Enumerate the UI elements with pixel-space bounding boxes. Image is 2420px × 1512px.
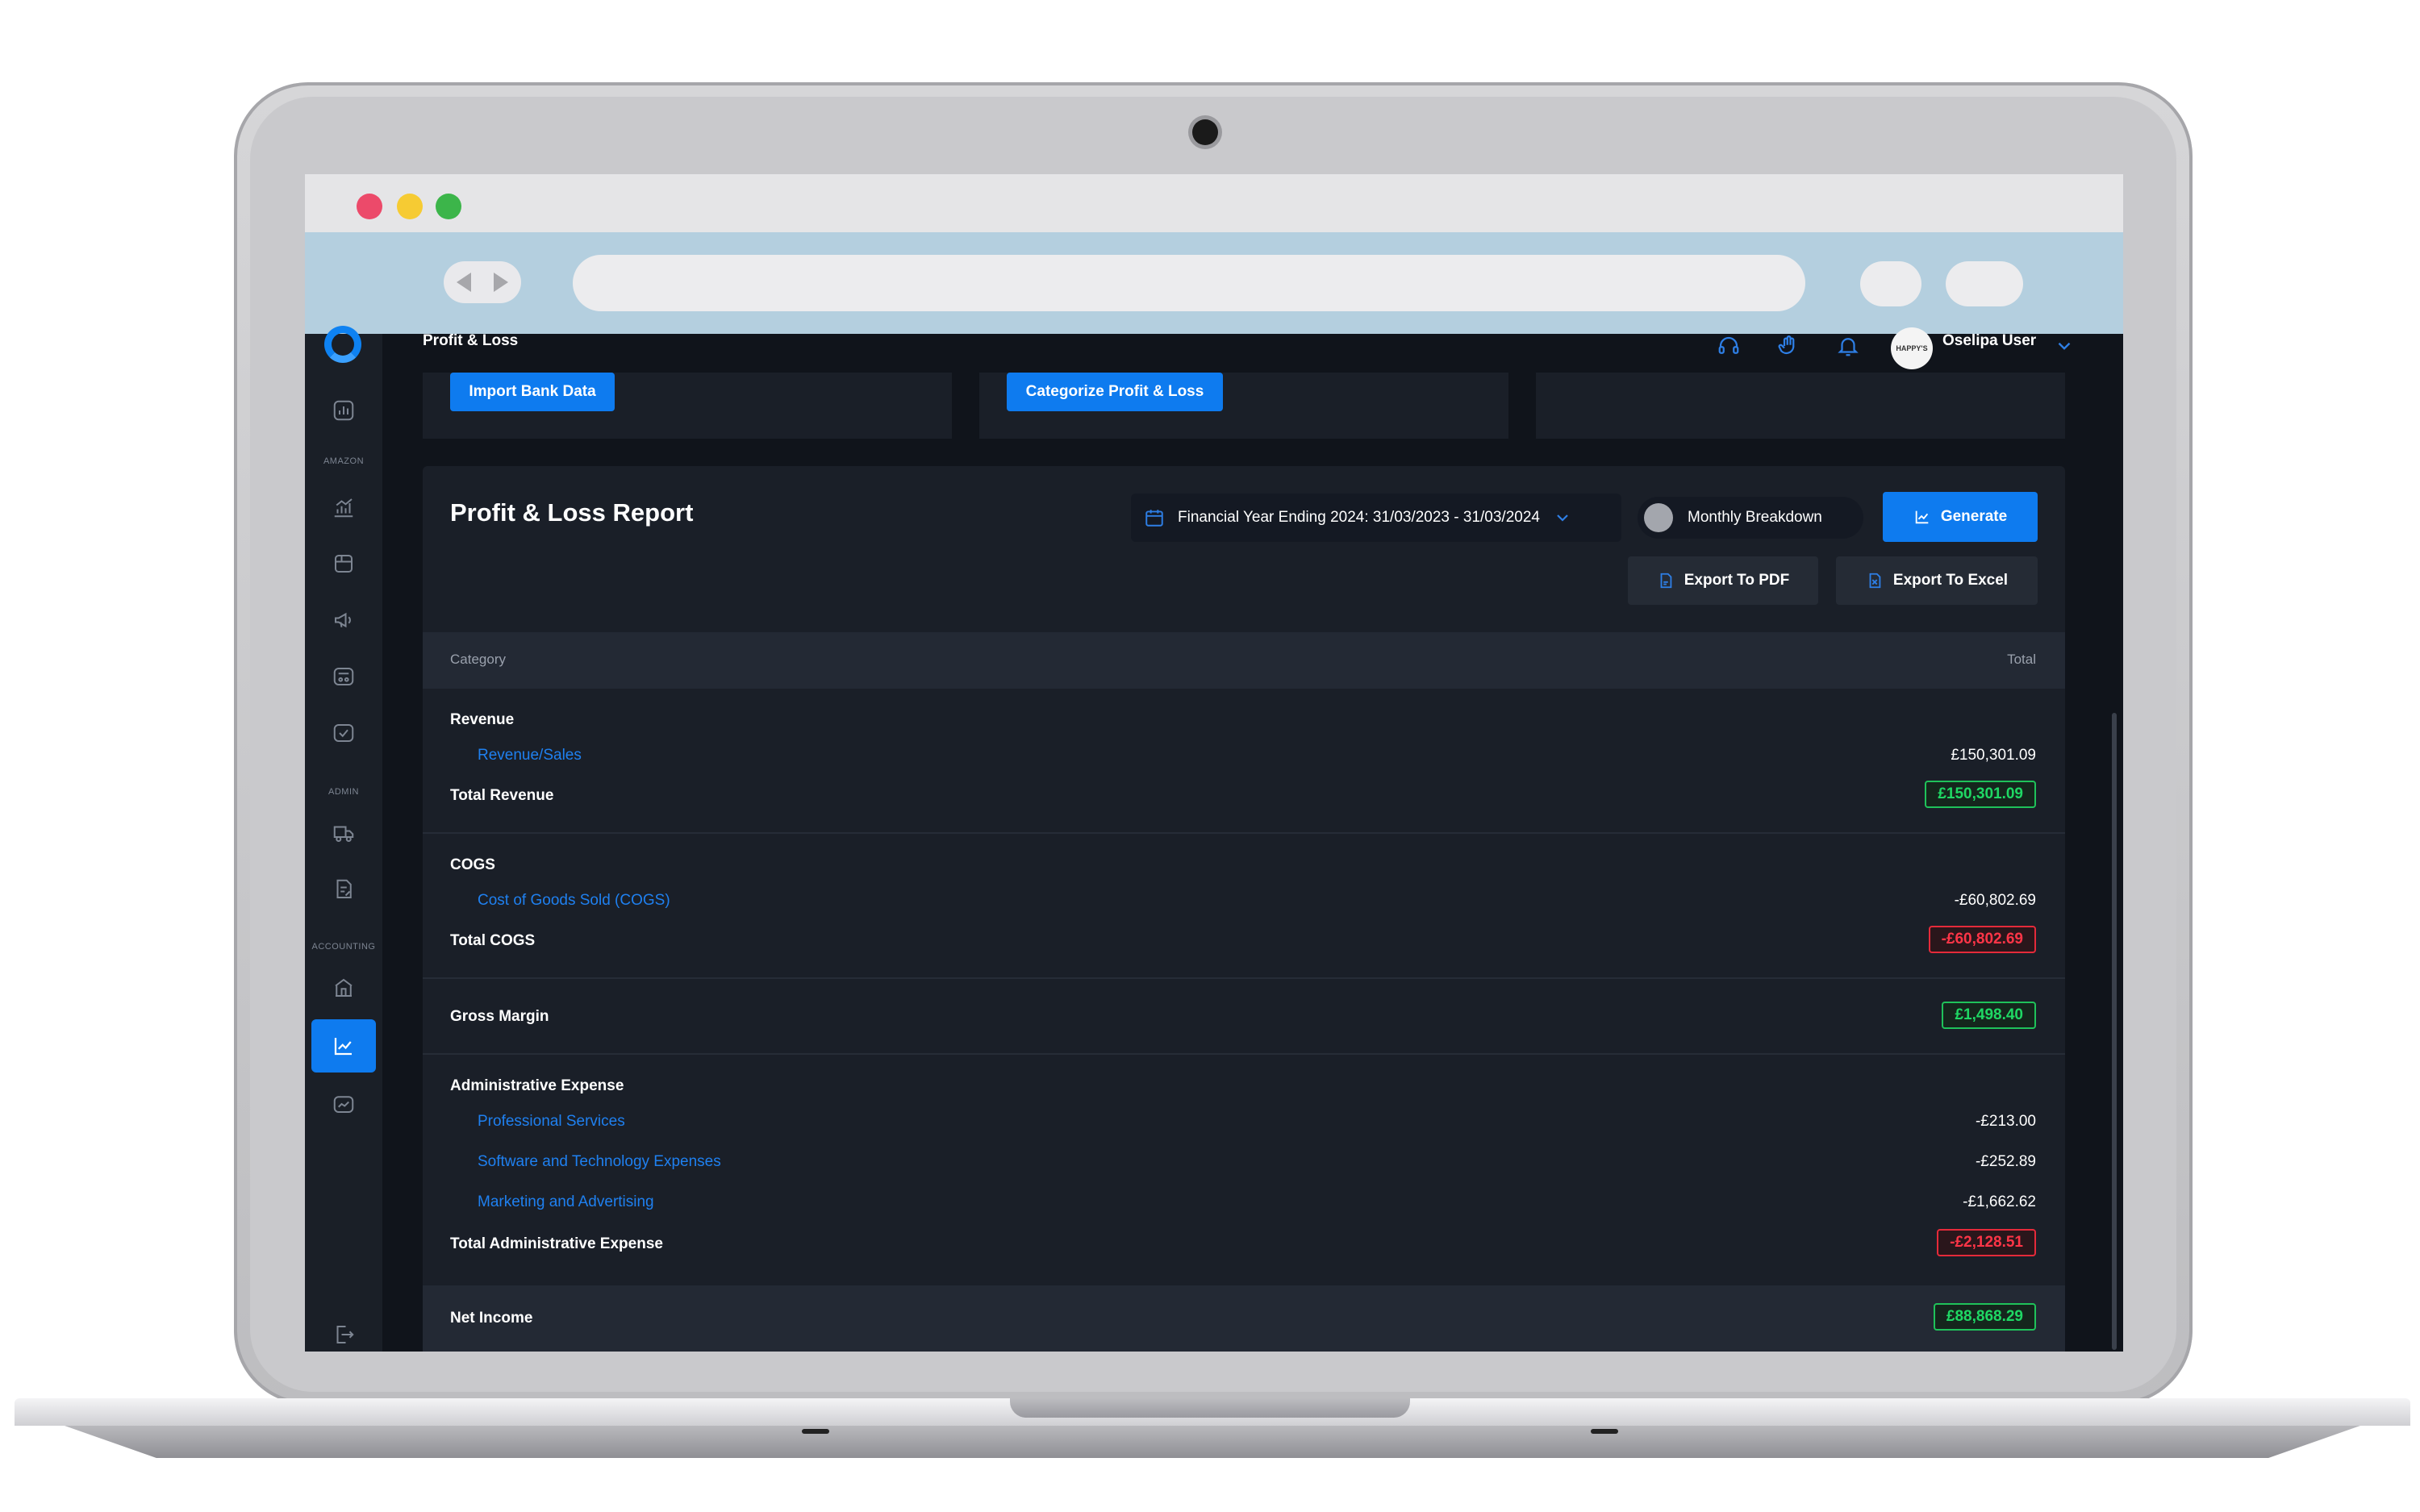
cogs-section: COGS Cost of Goods Sold (COGS) -£60,802.… xyxy=(423,834,2065,979)
minimize-window-button[interactable] xyxy=(397,194,423,219)
export-excel-label: Export To Excel xyxy=(1892,572,2009,589)
total-revenue-label: Total Revenue xyxy=(450,787,554,804)
reviews-icon[interactable] xyxy=(332,721,356,745)
net-income-badge: £88,868.29 xyxy=(1933,1303,2036,1331)
shipping-truck-icon[interactable] xyxy=(332,821,356,845)
cogs-link[interactable]: Cost of Goods Sold (COGS) xyxy=(478,892,670,910)
inventory-icon[interactable] xyxy=(332,552,356,576)
cogs-heading: COGS xyxy=(450,856,495,873)
page-title: Profit & Loss xyxy=(423,332,519,349)
sidebar-section-accounting: ACCOUNTING xyxy=(311,942,376,952)
monthly-breakdown-toggle[interactable]: Monthly Breakdown xyxy=(1638,497,1863,539)
browser-toolbar xyxy=(305,232,2123,334)
gross-margin-label: Gross Margin xyxy=(450,1008,549,1025)
administrative-expense-heading: Administrative Expense xyxy=(450,1077,624,1094)
administrative-expense-section: Administrative Expense Professional Serv… xyxy=(423,1055,2065,1282)
column-total: Total xyxy=(2007,652,2036,667)
user-menu-chevron-down-icon[interactable] xyxy=(2054,335,2075,360)
marketing-advertising-link[interactable]: Marketing and Advertising xyxy=(478,1193,654,1211)
categorize-card: Categorize Profit & Loss xyxy=(979,373,1508,439)
back-forward-buttons[interactable] xyxy=(444,261,521,303)
net-income-label: Net Income xyxy=(450,1310,533,1327)
laptop-base-bottom xyxy=(65,1426,2360,1458)
import-card: Import Bank Data xyxy=(423,373,952,439)
forward-arrow-icon[interactable] xyxy=(494,273,508,292)
webcam xyxy=(1192,119,1218,145)
cogs-value: -£60,802.69 xyxy=(1954,892,2036,909)
total-administrative-expense-label: Total Administrative Expense xyxy=(450,1235,663,1252)
close-window-button[interactable] xyxy=(357,194,382,219)
bank-icon[interactable] xyxy=(332,976,356,1000)
revenue-heading: Revenue xyxy=(450,711,515,728)
column-category: Category xyxy=(450,652,506,667)
toggle-knob[interactable] xyxy=(1644,503,1673,532)
total-cogs-badge: -£60,802.69 xyxy=(1928,926,2036,953)
chevron-down-icon xyxy=(1553,508,1572,527)
professional-services-link[interactable]: Professional Services xyxy=(478,1113,625,1131)
professional-services-value: -£213.00 xyxy=(1975,1113,2036,1130)
sidebar-section-admin: ADMIN xyxy=(328,787,359,797)
table-header: Category Total xyxy=(423,632,2065,689)
import-bank-data-button[interactable]: Import Bank Data xyxy=(450,373,615,411)
sidebar: AMAZON ADMIN ACCOUNTING xyxy=(305,326,382,1352)
sales-chart-icon[interactable] xyxy=(332,495,356,519)
user-name[interactable]: Oselipa User xyxy=(1942,332,2036,350)
total-revenue-badge: £150,301.09 xyxy=(1925,781,2036,808)
net-income-row: Net Income £88,868.29 xyxy=(423,1285,2065,1352)
maximize-window-button[interactable] xyxy=(436,194,461,219)
laptop-hinge-notch xyxy=(1010,1398,1410,1418)
pdf-file-icon xyxy=(1657,572,1675,589)
revenue-sales-value: £150,301.09 xyxy=(1951,747,2036,764)
export-pdf-label: Export To PDF xyxy=(1684,572,1790,589)
app-logo-icon[interactable] xyxy=(324,326,361,363)
gross-margin-section: Gross Margin £1,498.40 xyxy=(423,979,2065,1055)
notifications-bell-icon[interactable] xyxy=(1836,334,1860,358)
avatar[interactable]: HAPPY'S xyxy=(1891,327,1933,369)
laptop-foot-left xyxy=(802,1429,829,1434)
financial-year-select[interactable]: Financial Year Ending 2024: 31/03/2023 -… xyxy=(1131,494,1621,542)
back-arrow-icon[interactable] xyxy=(457,273,471,292)
marketing-advertising-value: -£1,662.62 xyxy=(1963,1193,2036,1210)
laptop-foot-right xyxy=(1591,1429,1618,1434)
logout-icon[interactable] xyxy=(332,1322,356,1347)
documents-edit-icon[interactable] xyxy=(332,877,356,902)
app-root: AMAZON ADMIN ACCOUNTING Profit & Loss HA… xyxy=(305,326,2123,1352)
software-technology-link[interactable]: Software and Technology Expenses xyxy=(478,1153,721,1171)
advertising-megaphone-icon[interactable] xyxy=(332,608,356,632)
generate-button[interactable]: Generate xyxy=(1883,492,2038,542)
export-excel-button[interactable]: Export To Excel xyxy=(1836,556,2038,605)
reports-folder-icon[interactable] xyxy=(332,1092,356,1116)
total-administrative-expense-badge: -£2,128.51 xyxy=(1937,1229,2036,1256)
categorize-profit-loss-button[interactable]: Categorize Profit & Loss xyxy=(1007,373,1223,411)
sidebar-section-amazon: AMAZON xyxy=(323,456,365,466)
gross-margin-badge: £1,498.40 xyxy=(1942,1002,2036,1029)
summary-card xyxy=(1536,373,2065,439)
orders-cart-icon[interactable] xyxy=(332,664,356,689)
browser-action-button[interactable] xyxy=(1860,261,1921,306)
financial-year-value: Financial Year Ending 2024: 31/03/2023 -… xyxy=(1178,509,1540,526)
revenue-section: Revenue Revenue/Sales £150,301.09 Total … xyxy=(423,689,2065,834)
report-title: Profit & Loss Report xyxy=(450,498,694,527)
profit-loss-chart-icon[interactable] xyxy=(332,1034,356,1058)
wave-hand-icon[interactable] xyxy=(1776,334,1800,358)
dashboard-icon[interactable] xyxy=(332,398,356,423)
calendar-icon xyxy=(1144,507,1165,528)
profit-loss-report-panel: Profit & Loss Report Financial Year Endi… xyxy=(423,466,2065,1352)
support-headset-icon[interactable] xyxy=(1717,334,1741,358)
browser-menu-button[interactable] xyxy=(1946,261,2023,306)
browser-titlebar xyxy=(305,174,2123,232)
screen: AMAZON ADMIN ACCOUNTING Profit & Loss HA… xyxy=(305,174,2123,1352)
export-pdf-button[interactable]: Export To PDF xyxy=(1628,556,1818,605)
software-technology-value: -£252.89 xyxy=(1975,1153,2036,1170)
generate-label: Generate xyxy=(1940,508,2008,525)
excel-file-icon xyxy=(1866,572,1884,589)
total-cogs-label: Total COGS xyxy=(450,932,536,949)
address-bar[interactable] xyxy=(573,255,1805,311)
chart-icon xyxy=(1913,508,1931,526)
revenue-sales-link[interactable]: Revenue/Sales xyxy=(478,747,582,764)
monthly-breakdown-label: Monthly Breakdown xyxy=(1688,509,1822,526)
page-scrollbar[interactable] xyxy=(2112,713,2117,1350)
